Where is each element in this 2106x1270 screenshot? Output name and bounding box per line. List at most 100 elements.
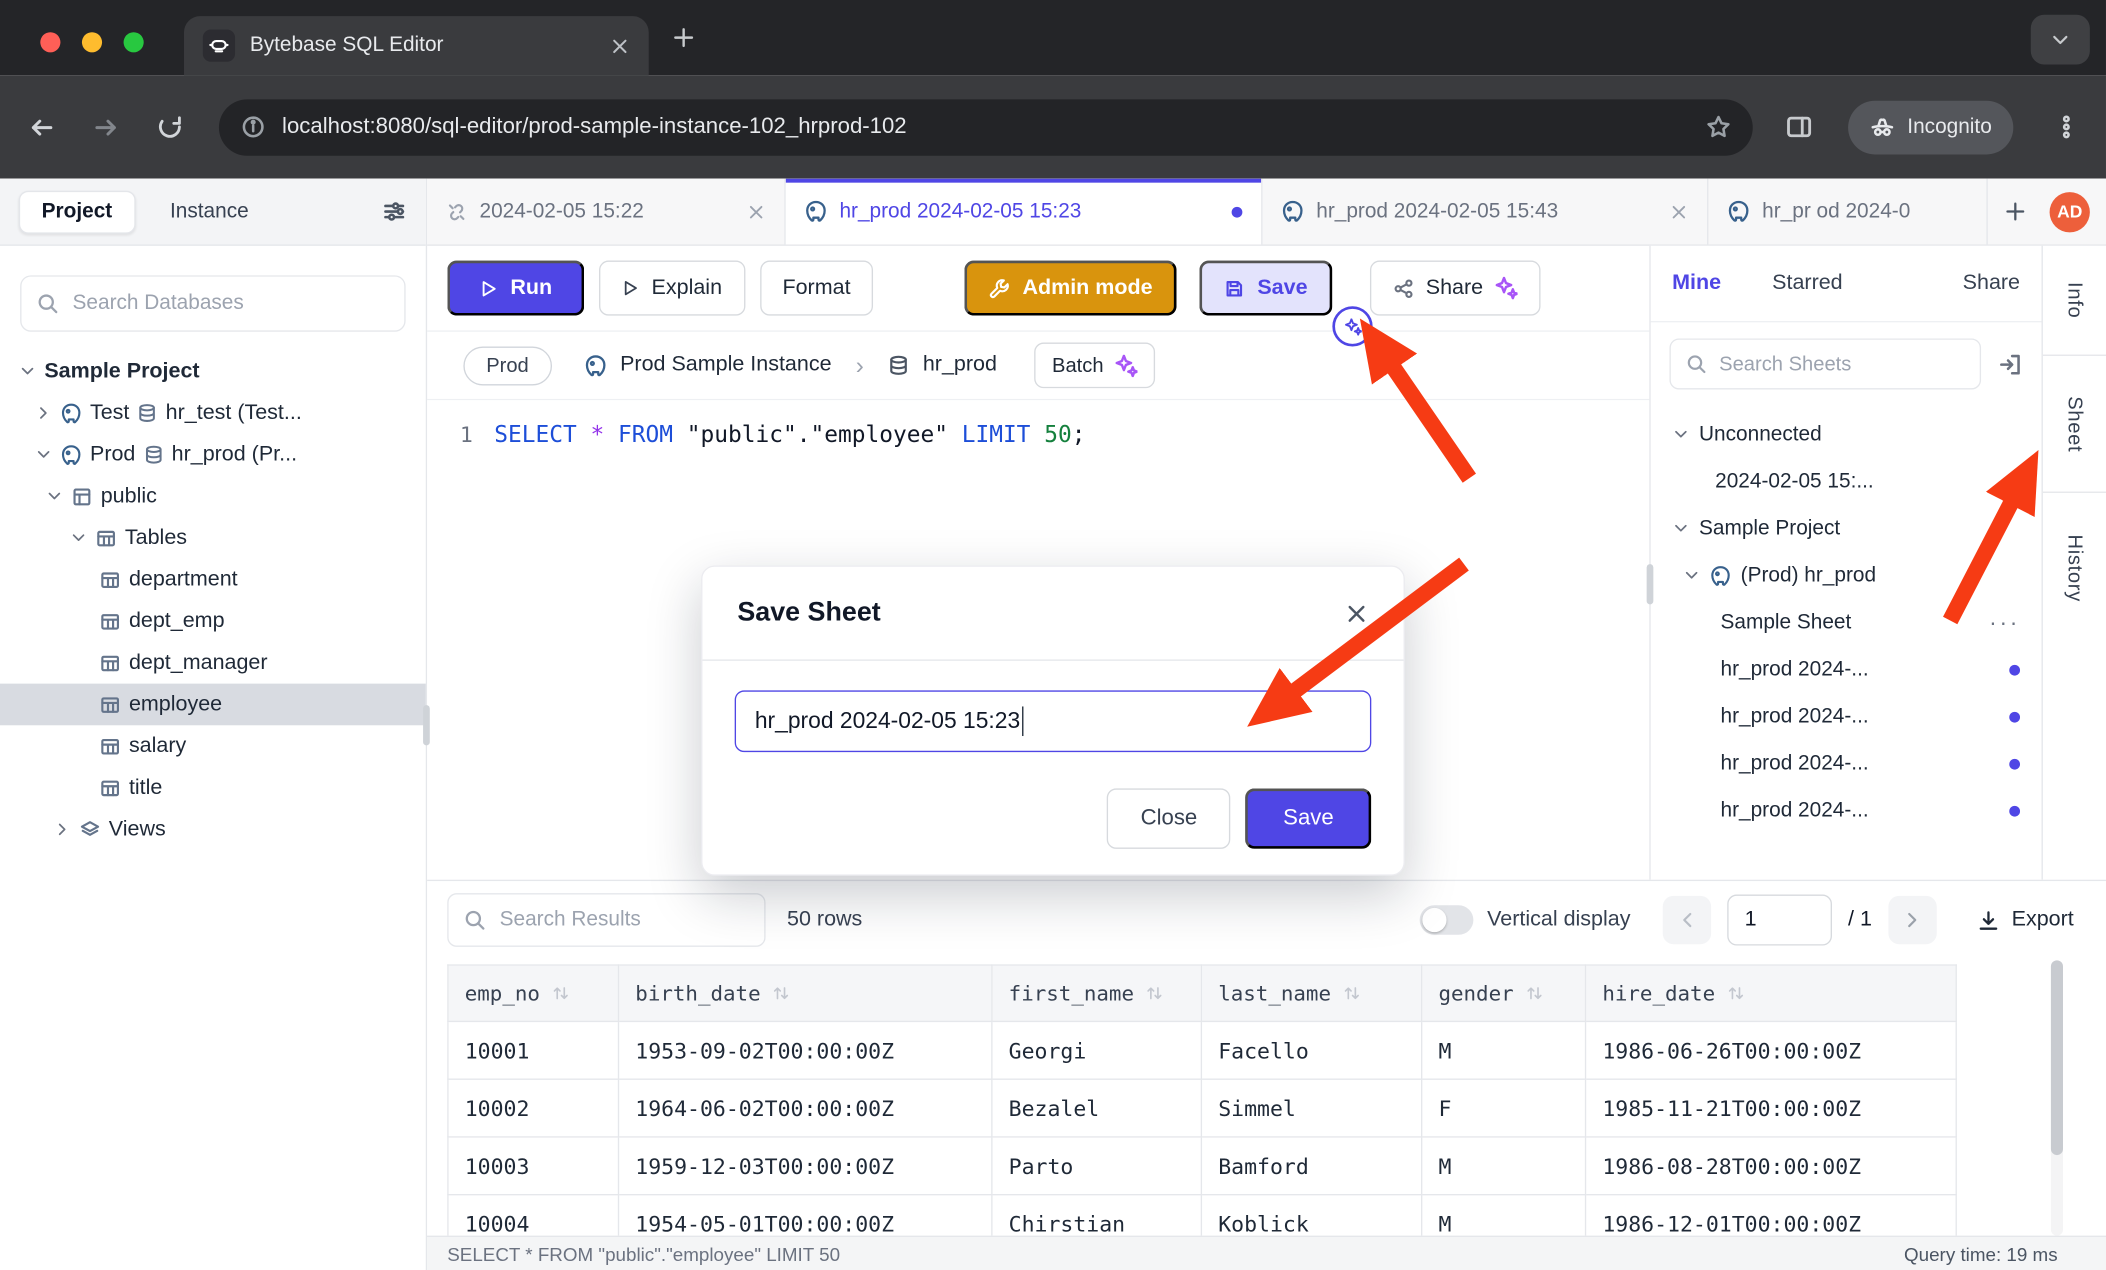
sort-icon[interactable] xyxy=(771,982,791,1002)
run-button[interactable]: Run xyxy=(447,261,584,316)
side-panel-icon[interactable] xyxy=(1785,113,1813,141)
strip-tab-info[interactable]: Info xyxy=(2043,246,2106,356)
tab-mine[interactable]: Mine xyxy=(1672,271,1721,295)
tree-item-sample-project[interactable]: Sample Project xyxy=(0,351,426,393)
tab-starred[interactable]: Starred xyxy=(1772,271,1842,295)
editor-tab-1[interactable]: 2024-02-05 15:22 xyxy=(427,179,786,245)
sheet-item[interactable]: hr_prod 2024-... xyxy=(1651,646,2042,693)
project-tab[interactable]: Project xyxy=(19,190,135,233)
sort-icon[interactable] xyxy=(1145,982,1165,1002)
sort-icon[interactable] xyxy=(1342,982,1362,1002)
chevron-down-icon[interactable] xyxy=(70,529,87,546)
column-header-gender[interactable]: gender xyxy=(1422,965,1586,1021)
sheet-group-sample-project[interactable]: Sample Project xyxy=(1651,505,2042,552)
ai-assistant-button[interactable] xyxy=(1332,306,1372,346)
sheet-database-node[interactable]: (Prod) hr_prod xyxy=(1651,552,2042,599)
sheet-item-sample-sheet[interactable]: Sample Sheet ··· xyxy=(1651,599,2042,646)
tree-item-salary[interactable]: salary xyxy=(0,725,426,767)
editor-tab-2-active[interactable]: hr_prod 2024-02-05 15:23 xyxy=(786,179,1263,245)
sheet-search-input[interactable] xyxy=(1669,338,1981,389)
chevron-down-icon[interactable] xyxy=(1672,520,1689,537)
filter-icon[interactable] xyxy=(381,199,407,225)
sheet-group-unconnected[interactable]: Unconnected xyxy=(1651,411,2042,458)
column-header-first-name[interactable]: first_name xyxy=(992,965,1202,1021)
sort-icon[interactable] xyxy=(1726,982,1746,1002)
browser-tab[interactable]: Bytebase SQL Editor xyxy=(184,16,649,75)
results-search-input[interactable] xyxy=(447,893,765,947)
tree-item-test-instance[interactable]: Test hr_test (Test... xyxy=(0,392,426,434)
column-header-emp-no[interactable]: emp_no xyxy=(448,965,619,1021)
tree-item-tables[interactable]: Tables xyxy=(0,517,426,559)
column-header-birth-date[interactable]: birth_date xyxy=(618,965,991,1021)
database-name[interactable]: hr_prod xyxy=(923,353,997,377)
chevron-right-icon[interactable] xyxy=(35,404,52,421)
close-tab-icon[interactable] xyxy=(610,36,630,56)
back-icon[interactable] xyxy=(27,112,57,142)
close-window-button[interactable] xyxy=(40,32,60,52)
sheet-item[interactable]: hr_prod 2024-... xyxy=(1651,740,2042,787)
minimize-window-button[interactable] xyxy=(82,32,102,52)
next-page-button[interactable] xyxy=(1888,896,1936,944)
page-number-input[interactable] xyxy=(1727,895,1832,946)
tree-item-employee[interactable]: employee xyxy=(0,684,426,726)
sort-icon[interactable] xyxy=(1524,982,1544,1002)
share-button[interactable]: Share xyxy=(1369,261,1541,316)
sheet-item[interactable]: hr_prod 2024-... xyxy=(1651,693,2042,740)
export-button[interactable]: Export xyxy=(1977,908,2074,932)
sheet-name-input[interactable]: hr_prod 2024-02-05 15:23 xyxy=(735,690,1372,752)
strip-tab-sheet[interactable]: Sheet xyxy=(2043,356,2106,493)
scrollbar-thumb[interactable] xyxy=(2051,960,2063,1155)
modal-close-button[interactable]: Close xyxy=(1107,788,1231,848)
site-info-icon[interactable] xyxy=(240,114,266,140)
database-search-input[interactable] xyxy=(20,275,405,331)
chevron-down-icon[interactable] xyxy=(1683,567,1700,584)
tree-item-views[interactable]: Views xyxy=(0,809,426,851)
chevron-down-icon[interactable] xyxy=(19,363,36,380)
prev-page-button[interactable] xyxy=(1663,896,1711,944)
chevron-down-icon[interactable] xyxy=(46,488,63,505)
chevron-right-icon[interactable] xyxy=(54,821,71,838)
sort-icon[interactable] xyxy=(551,982,571,1002)
reload-icon[interactable] xyxy=(156,113,184,141)
column-header-last-name[interactable]: last_name xyxy=(1201,965,1421,1021)
tab-search-chevron-button[interactable] xyxy=(2031,15,2090,65)
strip-tab-history[interactable]: History xyxy=(2043,493,2106,643)
tab-share[interactable]: Share xyxy=(1963,271,2020,295)
kebab-menu-icon[interactable]: ··· xyxy=(1989,609,2020,636)
open-sheet-icon[interactable] xyxy=(1997,351,2023,377)
forward-icon[interactable] xyxy=(91,112,121,142)
chevron-down-icon[interactable] xyxy=(35,446,52,463)
editor-tab-4[interactable]: hr_pr od 2024-0 xyxy=(1708,179,1987,245)
tree-item-title[interactable]: title xyxy=(0,767,426,809)
tree-item-dept-emp[interactable]: dept_emp xyxy=(0,600,426,642)
tree-item-dept-manager[interactable]: dept_manager xyxy=(0,642,426,684)
format-button[interactable]: Format xyxy=(760,261,874,316)
instance-name[interactable]: Prod Sample Instance xyxy=(620,353,831,377)
close-icon[interactable] xyxy=(1344,601,1368,625)
tree-item-prod-instance[interactable]: Prod hr_prod (Pr... xyxy=(0,434,426,476)
explain-button[interactable]: Explain xyxy=(599,261,745,316)
editor-tab-3[interactable]: hr_prod 2024-02-05 15:43 xyxy=(1263,179,1709,245)
sheet-item[interactable]: 2024-02-05 15:... xyxy=(1651,458,2042,505)
url-bar[interactable]: localhost:8080/sql-editor/prod-sample-in… xyxy=(219,99,1753,155)
save-button[interactable]: Save xyxy=(1200,261,1332,316)
sheet-item[interactable]: hr_prod 2024-... xyxy=(1651,787,2042,834)
vertical-display-toggle[interactable] xyxy=(1420,905,1474,935)
results-scrollbar[interactable] xyxy=(2051,960,2063,1235)
new-sheet-tab-button[interactable] xyxy=(1988,179,2042,245)
panel-resize-handle[interactable] xyxy=(423,705,430,745)
zoom-window-button[interactable] xyxy=(124,32,144,52)
browser-menu-icon[interactable] xyxy=(2054,114,2080,140)
new-tab-button[interactable] xyxy=(672,26,696,50)
user-avatar[interactable]: AD xyxy=(2050,191,2090,231)
bookmark-star-icon[interactable] xyxy=(1706,114,1732,140)
admin-mode-button[interactable]: Admin mode xyxy=(965,261,1177,316)
modal-save-button[interactable]: Save xyxy=(1246,788,1372,848)
chevron-down-icon[interactable] xyxy=(1672,426,1689,443)
instance-tab[interactable]: Instance xyxy=(170,199,249,223)
tree-item-public-schema[interactable]: public xyxy=(0,475,426,517)
close-icon[interactable] xyxy=(747,202,766,221)
environment-chip[interactable]: Prod xyxy=(463,346,551,385)
panel-resize-handle[interactable] xyxy=(1647,564,1654,604)
close-icon[interactable] xyxy=(1669,202,1688,221)
